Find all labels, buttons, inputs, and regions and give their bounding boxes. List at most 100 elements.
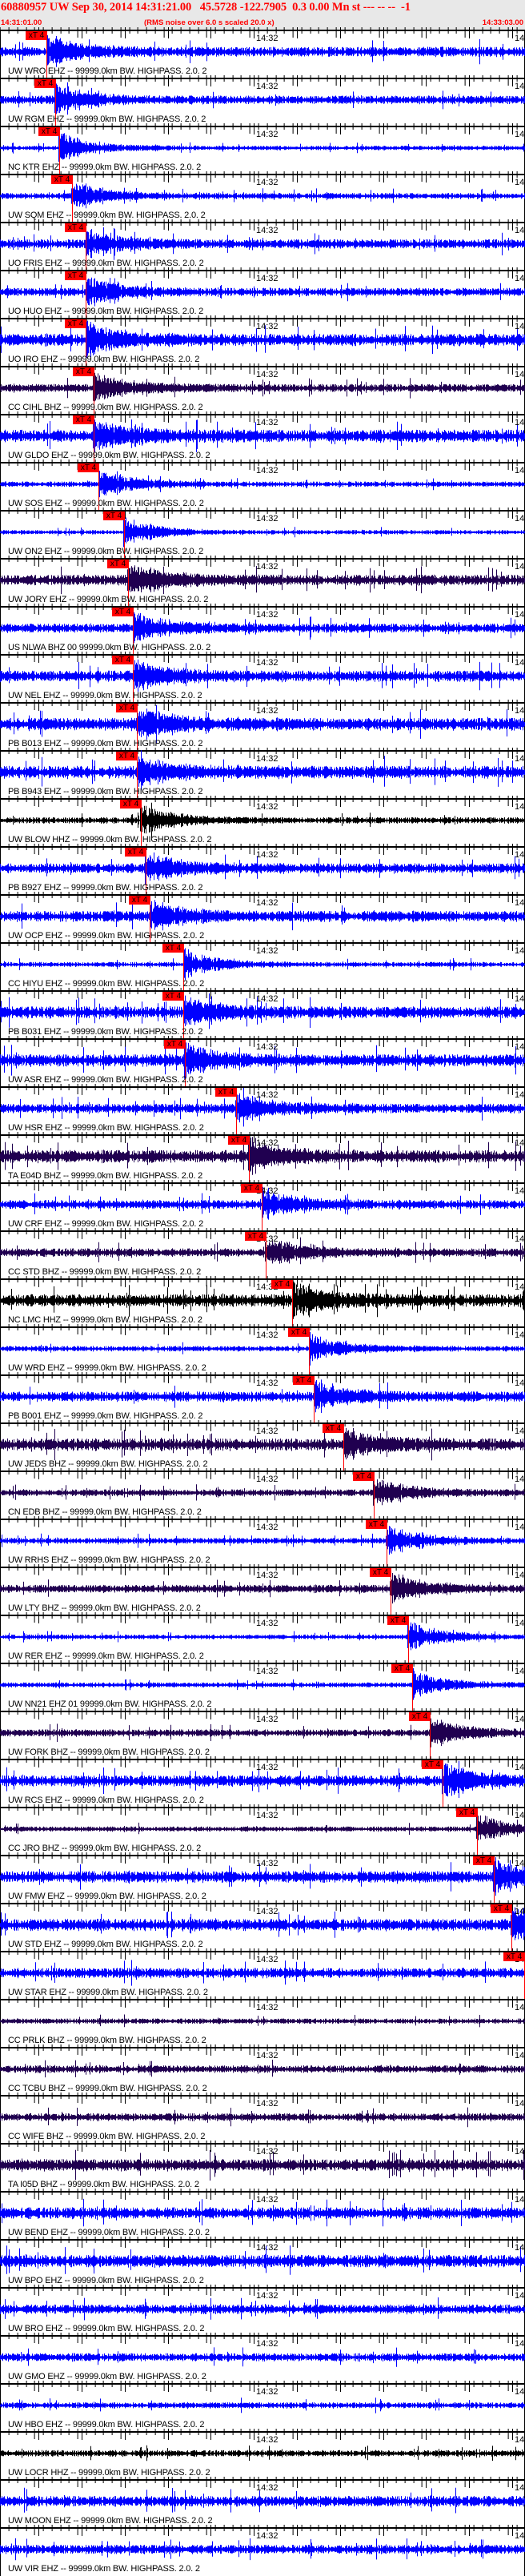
station-channel: UW FORK BHZ -- [8, 1747, 76, 1757]
station-channel: NC LMC HHZ -- [8, 1315, 69, 1325]
pick-marker[interactable]: xT 4 [241, 1184, 262, 1193]
pick-marker[interactable]: xT 4 [38, 127, 60, 136]
pick-marker[interactable]: xT 4 [293, 1376, 315, 1385]
station-channel: UW OCP EHZ -- [8, 931, 70, 941]
pick-marker[interactable]: xT 4 [112, 608, 134, 616]
pick-marker[interactable]: xT 4 [503, 1952, 525, 1961]
pick-marker[interactable]: xT 4 [370, 1568, 391, 1577]
pick-marker[interactable]: xT 4 [112, 656, 134, 664]
pick-marker[interactable]: xT 4 [473, 1856, 495, 1865]
pick-marker[interactable]: xT 4 [162, 992, 184, 1001]
window-end-time: 14:33:03.00 [482, 18, 523, 27]
station-label: UW SOS EHZ -- 99999.0km BW. HIGHPASS. 2.… [8, 499, 204, 508]
filter-info: 99999.0km BW. HIGHPASS. 2.0. 2 [65, 355, 200, 364]
trace-panel: 14:32 14 xT 4 UW JEDS BHZ -- 99999.0km BW. … [0, 1420, 525, 1472]
time-label-1433: 14 [515, 850, 525, 860]
station-label: UW NN21 EHZ 01 99999.0km BW. HIGHPASS. 2… [8, 1699, 211, 1709]
pick-marker[interactable]: xT 4 [387, 1616, 409, 1625]
trace-panel: 14:32 14 UW GMO EHZ -- 99999.0km BW. HIGHP… [0, 2333, 525, 2383]
station-channel: US NLWA BHZ 00 [8, 643, 77, 652]
filter-info: 99999.0km BW. HIGHPASS. 2.0. 2 [66, 1844, 202, 1853]
pick-marker[interactable]: xT 4 [164, 1040, 186, 1049]
trace-panel: 14:32 14 xT 4 CC HIYU EHZ -- 99999.0km BW. … [0, 940, 525, 992]
station-channel: UW BLOW HHZ -- [8, 835, 78, 845]
pick-marker[interactable]: xT 4 [73, 367, 94, 376]
event-title: 60880957 UW Sep 30, 2014 14:31:21.00 45.… [1, 1, 411, 14]
time-label-1433: 14 [515, 1042, 525, 1052]
pick-marker[interactable]: xT 4 [353, 1472, 375, 1481]
pick-marker[interactable]: xT 4 [51, 175, 73, 184]
pick-marker[interactable]: xT 4 [456, 1808, 478, 1817]
time-label-1432: 14:32 [256, 802, 279, 812]
time-label-1432: 14:32 [256, 2243, 279, 2253]
pick-marker[interactable]: xT 4 [120, 800, 142, 809]
pick-marker[interactable]: xT 4 [125, 848, 146, 857]
station-label: UW RRHS EHZ -- 99999.0km BW. HIGHPASS. 2… [8, 1555, 210, 1565]
station-label: TA E04D BHZ -- 99999.0km BW. HIGHPASS. 2… [8, 1171, 202, 1181]
station-label: UW HSR EHZ -- 99999.0km BW. HIGHPASS. 2.… [8, 1123, 204, 1133]
pick-marker[interactable]: xT 4 [323, 1424, 344, 1433]
filter-info: 99999.0km BW. HIGHPASS. 2.0. 2 [69, 403, 203, 412]
pick-marker[interactable]: xT 4 [271, 1280, 293, 1289]
station-channel: UW HSR EHZ -- [8, 1123, 70, 1133]
pick-marker[interactable]: xT 4 [26, 31, 47, 40]
filter-info: 99999.0km BW. HIGHPASS. 2.0. 2 [69, 1411, 203, 1421]
station-label: PB B943 EHZ -- 99999.0km BW. HIGHPASS. 2… [8, 787, 202, 796]
pick-marker[interactable]: xT 4 [116, 704, 138, 712]
pick-marker[interactable]: xT 4 [491, 1904, 512, 1913]
pick-marker[interactable]: xT 4 [422, 1760, 443, 1769]
time-label-1433: 14 [515, 226, 525, 235]
time-label-1432: 14:32 [256, 1955, 279, 1964]
trace-panel: 14:32 14 CC PRLK BHZ -- 99999.0km BW. HIGH… [0, 1996, 525, 2047]
pick-marker[interactable]: xT 4 [116, 752, 138, 760]
pick-marker[interactable]: xT 4 [65, 271, 86, 280]
station-channel: UW WRO EHZ -- [8, 66, 74, 76]
trace-panel: 14:32 14 UW BPO EHZ -- 99999.0km BW. HIGHP… [0, 2237, 525, 2287]
time-label-1433: 14 [515, 706, 525, 716]
pick-marker[interactable]: xT 4 [73, 415, 94, 424]
trace-panel: 14:32 14 xT 4 UW RER EHZ -- 99999.0km BW. H… [0, 1612, 525, 1664]
pick-marker[interactable]: xT 4 [78, 463, 99, 472]
pick-marker[interactable]: xT 4 [65, 223, 86, 232]
station-channel: UW GLDO EHZ -- [8, 451, 77, 460]
filter-info: 99999.0km BW. HIGHPASS. 2.0. 2 [70, 1123, 204, 1133]
pick-marker[interactable]: xT 4 [409, 1712, 431, 1721]
pick-marker[interactable]: xT 4 [228, 1136, 250, 1145]
filter-info: 99999.0km BW. HIGHPASS. 2.0. 2 [69, 1940, 203, 1949]
pick-marker[interactable]: xT 4 [245, 1232, 267, 1241]
pick-marker[interactable]: xT 4 [129, 896, 150, 905]
station-label: UW JORY EHZ -- 99999.0km BW. HIGHPASS. 2… [8, 595, 208, 604]
time-label-1432: 14:32 [256, 466, 279, 475]
station-label: UW ASR EHZ -- 99999.0km BW. HIGHPASS. 2.… [8, 1075, 203, 1085]
time-label-1432: 14:32 [256, 34, 279, 43]
filter-info: 99999.0km BW. HIGHPASS. 2.0. 2 [71, 114, 206, 124]
station-label: US NLWA BHZ 00 99999.0km BW. HIGHPASS. 2… [8, 643, 210, 652]
trace-panel: 14:32 14 xT 4 UW LTY BHZ -- 99999.0km BW. H… [0, 1564, 525, 1616]
station-channel: CC HIYU EHZ -- [8, 979, 70, 989]
pick-marker[interactable]: xT 4 [288, 1328, 310, 1337]
time-label-1432: 14:32 [256, 2387, 279, 2397]
filter-info: 99999.0km BW. HIGHPASS. 2.0. 2 [70, 499, 204, 508]
filter-info: 99999.0km BW. HIGHPASS. 2.0. 2 [73, 2084, 207, 2093]
pick-marker[interactable]: xT 4 [162, 944, 184, 953]
filter-info: 99999.0km BW. HIGHPASS. 2.0. 2 [70, 1796, 204, 1805]
pick-marker[interactable]: xT 4 [391, 1664, 413, 1673]
pick-marker[interactable]: xT 4 [366, 1520, 387, 1529]
filter-info: 99999.0km BW. HIGHPASS. 2.0. 2 [65, 2180, 199, 2189]
station-channel: UW LOCR HHZ -- [8, 2468, 77, 2478]
pick-marker[interactable]: xT 4 [107, 560, 129, 568]
pick-marker[interactable]: xT 4 [103, 512, 125, 520]
time-label-1433: 14 [515, 1619, 525, 1628]
filter-info: 99999.0km BW. HIGHPASS. 2.0. 2 [70, 2324, 205, 2333]
station-label: UW WRD EHZ -- 99999.0km BW. HIGHPASS. 2.… [8, 1363, 206, 1373]
time-label-1433: 14 [515, 994, 525, 1004]
pick-marker[interactable]: xT 4 [65, 319, 86, 328]
station-label: NC LMC HHZ -- 99999.0km BW. HIGHPASS. 2.… [8, 1315, 202, 1325]
trace-panel: 14:32 14 xT 4 PB B927 EHZ -- 99999.0km BW. … [0, 844, 525, 896]
station-channel: UW HBO EHZ -- [8, 2420, 71, 2430]
station-channel: PB B001 EHZ -- [8, 1411, 70, 1421]
pick-marker[interactable]: xT 4 [34, 79, 56, 88]
time-label-1433: 14 [515, 1186, 525, 1196]
station-channel: UO HUO EHZ -- [8, 307, 70, 316]
pick-marker[interactable]: xT 4 [215, 1088, 237, 1097]
